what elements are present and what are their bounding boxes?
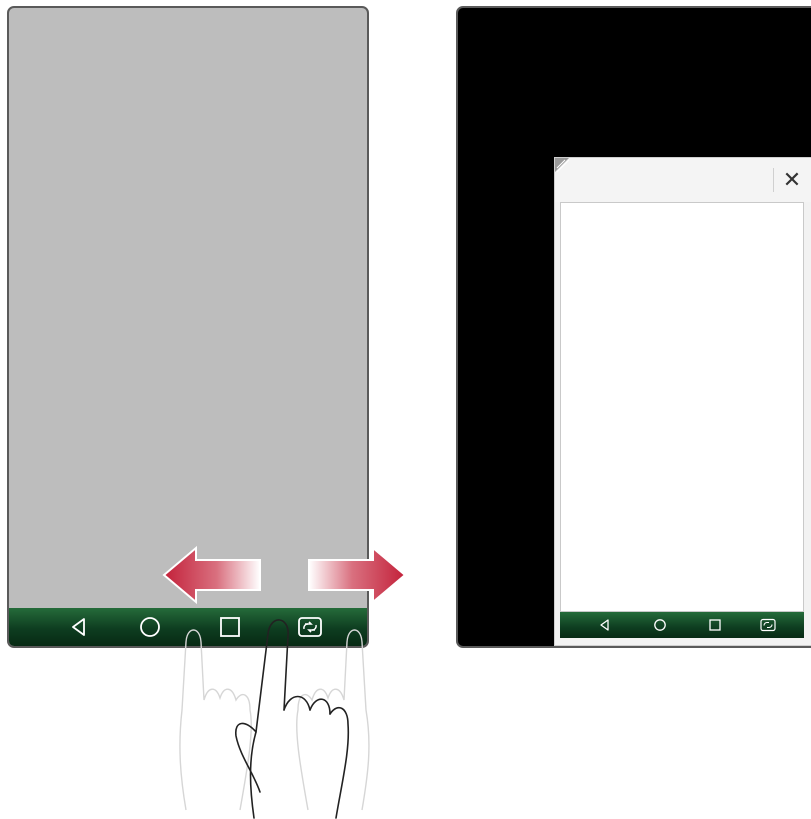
popup-content-area[interactable] — [560, 202, 804, 612]
popup-home-button[interactable] — [647, 612, 673, 638]
back-icon — [72, 618, 85, 636]
back-icon — [600, 619, 609, 631]
back-button[interactable] — [59, 608, 99, 646]
popup-recents-button[interactable] — [702, 612, 728, 638]
home-icon — [654, 619, 666, 631]
dual-window-icon — [760, 618, 776, 632]
recents-icon — [709, 619, 721, 631]
right-phone-screen: ✕ — [456, 6, 811, 648]
popup-dual-window-button[interactable] — [755, 612, 781, 638]
titlebar-divider — [773, 168, 774, 192]
swipe-hand-icon — [179, 619, 370, 819]
close-icon: ✕ — [782, 167, 802, 192]
close-button[interactable]: ✕ — [777, 158, 807, 202]
popup-back-button[interactable] — [592, 612, 618, 638]
popup-window: ✕ — [554, 157, 811, 646]
resize-handle-icon[interactable] — [555, 158, 571, 174]
popup-navigation-bar — [560, 612, 804, 638]
popup-titlebar[interactable]: ✕ — [555, 158, 811, 202]
